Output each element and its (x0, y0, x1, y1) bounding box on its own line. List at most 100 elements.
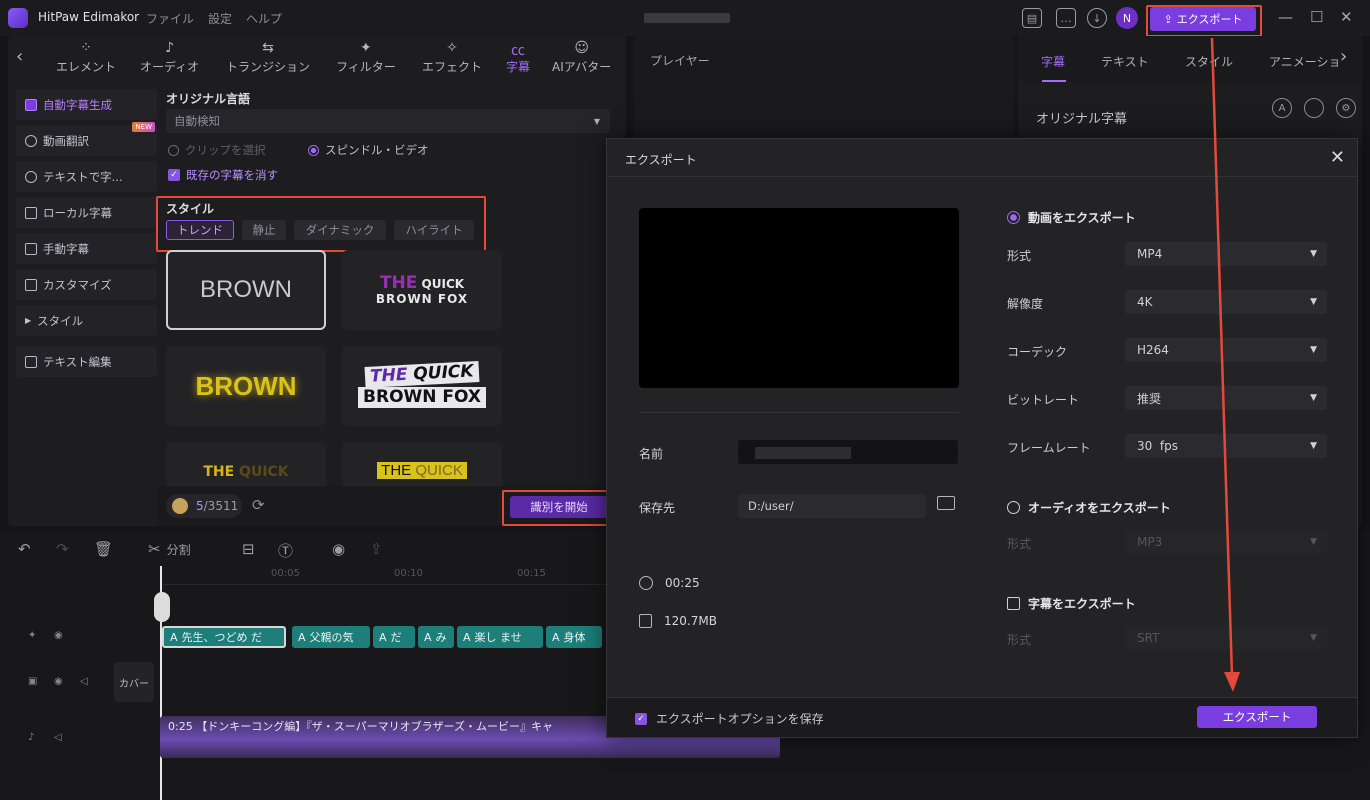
resolution-label: 解像度 (1007, 297, 1044, 311)
sidebar-item-text-edit[interactable]: テキスト編集 (16, 346, 157, 377)
right-tab-style[interactable]: スタイル (1185, 53, 1233, 70)
sidebar-item-local-subtitle[interactable]: ローカル字幕 (16, 197, 157, 228)
maximize-icon[interactable]: ☐ (1310, 8, 1323, 26)
tab-audio[interactable]: ♪ オーディオ (140, 40, 199, 75)
filesize-value: 120.7MB (664, 614, 717, 628)
style-card-brown-glow[interactable]: BROWN (166, 346, 326, 426)
tab-subtitle[interactable]: ㏄ 字幕 (506, 40, 530, 75)
framerate-select[interactable]: 30 fps ▼ (1125, 434, 1327, 458)
sidebar-item-label: 自動字幕生成 (43, 97, 112, 112)
credit-text: 5/3511 (196, 499, 238, 513)
name-label: 名前 (639, 447, 664, 461)
layout-icon[interactable]: ▤ (1022, 8, 1042, 28)
subtitle-tool-icon[interactable]: ⊟ (242, 540, 255, 558)
ai-font-icon[interactable]: A (1272, 98, 1292, 118)
undo-icon[interactable]: ↶ (18, 540, 31, 558)
sidebar-item-text-to-subtitle[interactable]: テキストで字... (16, 161, 157, 192)
save-options-checkbox[interactable]: ✓ エクスポートオプションを保存 (635, 710, 824, 727)
effect-icon: ✧ (446, 40, 458, 56)
style-card-purple-quick[interactable]: THE QUICK BROWN FOX (342, 250, 502, 330)
close-icon[interactable]: ✕ (1330, 147, 1345, 168)
trash-icon[interactable]: 🗑 (94, 540, 113, 558)
resolution-select[interactable]: 4K ▼ (1125, 290, 1327, 314)
tab-ai-avatar[interactable]: ☺ AIアバター (552, 40, 611, 75)
avatar[interactable]: N (1116, 7, 1138, 29)
settings-icon[interactable]: ⚙ (1336, 98, 1356, 118)
bitrate-select[interactable]: 推奨 ▼ (1125, 386, 1327, 410)
sidebar-item-label: 手動字幕 (43, 241, 89, 256)
menu-file[interactable]: ファイル (146, 10, 194, 27)
video-export-label: 動画をエクスポート (1028, 211, 1136, 225)
tab-effect[interactable]: ✧ エフェクト (422, 40, 482, 75)
right-tab-text[interactable]: テキスト (1101, 53, 1149, 70)
path-input[interactable]: D:/user/ (738, 494, 926, 518)
minimize-icon[interactable]: — (1278, 8, 1293, 26)
audio-export-option[interactable]: オーディオをエクスポート (1007, 499, 1171, 516)
language-select[interactable]: 自動検知 ▼ (166, 109, 610, 133)
video-export-option[interactable]: 動画をエクスポート (1007, 209, 1136, 226)
eye-icon[interactable]: ◉ (54, 630, 63, 641)
player-label: プレイヤー (650, 54, 710, 68)
speaker-icon[interactable]: ◁ (80, 676, 88, 687)
subtitle-clip[interactable]: Aだ (373, 626, 415, 648)
chevron-left-icon[interactable]: ‹ (16, 46, 23, 67)
style-card-yellow-quick[interactable]: THE QUICK (166, 442, 326, 486)
subtitle-clip[interactable]: Aみ (418, 626, 454, 648)
new-badge: NEW (132, 122, 155, 132)
eye-icon[interactable]: ◉ (54, 676, 63, 687)
menu-help[interactable]: ヘルプ (246, 10, 282, 27)
radio-clip-label: クリップを選択 (185, 143, 266, 157)
manual-text-icon (25, 242, 37, 255)
refresh-icon[interactable]: ⟳ (252, 496, 265, 514)
subtitle-clip[interactable]: A 先生、つどめ だ (162, 626, 286, 648)
redo-icon[interactable]: ↷ (56, 540, 69, 558)
audio-wave-tool-icon[interactable]: ◉ (332, 540, 345, 558)
export-clip-icon[interactable]: ⇪ (370, 540, 383, 558)
card-text: THE (203, 464, 235, 480)
speaker-icon[interactable]: ◁ (54, 732, 62, 743)
download-icon[interactable]: ↓ (1087, 8, 1107, 28)
local-subtitle-icon (25, 206, 37, 219)
app-name: HitPaw Edimakor (38, 10, 140, 24)
filter-icon: ✦ (360, 40, 372, 56)
right-tab-subtitle[interactable]: 字幕 (1041, 53, 1065, 70)
close-window-icon[interactable]: ✕ (1340, 8, 1353, 26)
subtitle-format-select[interactable]: SRT ▼ (1125, 626, 1327, 650)
feedback-icon[interactable]: … (1056, 8, 1076, 28)
text-tool-icon[interactable]: Ⓣ (278, 540, 293, 561)
radio-spindle-video[interactable]: スピンドル・ビデオ (308, 142, 429, 158)
folder-icon[interactable] (937, 496, 955, 510)
format-select[interactable]: MP4 ▼ (1125, 242, 1327, 266)
card-text: BROWN (195, 370, 297, 401)
clear-existing-checkbox[interactable]: ✓ 既存の字幕を消す (168, 167, 278, 183)
right-tab-animation[interactable]: アニメーショ (1269, 53, 1339, 70)
pin-icon[interactable]: ✦ (28, 630, 36, 641)
subtitle-clip[interactable]: A 楽し ませ (457, 626, 543, 648)
target-icon[interactable] (1304, 98, 1324, 118)
subtitle-clip[interactable]: A 父親の気 (292, 626, 370, 648)
sidebar-item-auto-subtitle[interactable]: 自動字幕生成 (16, 89, 157, 120)
sidebar-item-video-translate[interactable]: 動画翻訳 NEW (16, 122, 157, 156)
chevron-down-icon: ▼ (1310, 441, 1317, 451)
style-card-brown-outline[interactable]: BROWN (166, 250, 326, 330)
radio-select-clip[interactable]: クリップを選択 (168, 142, 266, 158)
sidebar-item-style[interactable]: ▶ スタイル (16, 305, 157, 336)
tab-transition[interactable]: ⇆ トランジション (226, 40, 310, 75)
tab-filter[interactable]: ✦ フィルター (336, 40, 396, 75)
music-note-icon: ♪ (165, 40, 175, 56)
codec-select[interactable]: H264 ▼ (1125, 338, 1327, 362)
menu-settings[interactable]: 設定 (208, 10, 232, 27)
sidebar-item-manual-subtitle[interactable]: 手動字幕 (16, 233, 157, 264)
export-button[interactable]: エクスポート (1197, 706, 1317, 728)
style-card-highlight-quick[interactable]: THE QUICK (342, 442, 502, 486)
subtitle-export-option[interactable]: 字幕をエクスポート (1007, 595, 1136, 612)
audio-format-select[interactable]: MP3 ▼ (1125, 530, 1327, 554)
cover-thumbnail[interactable]: カバー (114, 662, 154, 702)
sidebar-item-customize[interactable]: カスタマイズ (16, 269, 157, 300)
tab-element[interactable]: ⁘ エレメント (56, 40, 116, 75)
style-card-boxed-quick[interactable]: THE QUICK BROWN FOX (342, 346, 502, 426)
subtitle-clip[interactable]: A 身体 (546, 626, 602, 648)
chevron-right-icon[interactable]: › (1340, 46, 1347, 67)
split-button[interactable]: ✂ 分割 (148, 540, 191, 558)
playhead-handle[interactable] (154, 592, 170, 622)
